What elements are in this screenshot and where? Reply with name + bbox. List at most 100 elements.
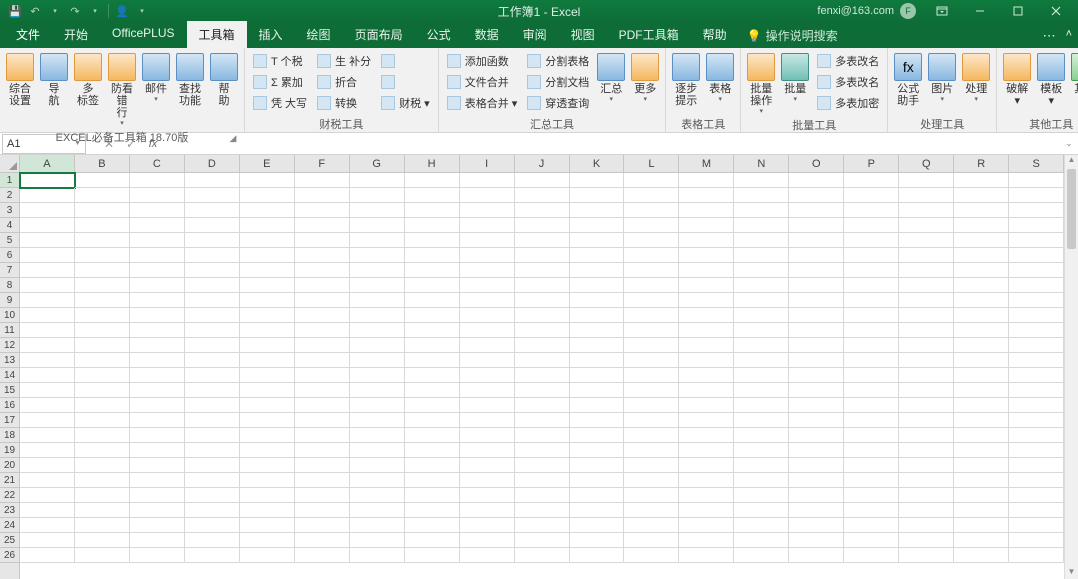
cell-G4[interactable] [350, 218, 405, 233]
cell-C26[interactable] [130, 548, 185, 563]
cell-A4[interactable] [20, 218, 75, 233]
cell-B5[interactable] [75, 233, 130, 248]
cell-E18[interactable] [240, 428, 295, 443]
cell-E9[interactable] [240, 293, 295, 308]
undo-dropdown-icon[interactable]: ▾ [48, 4, 62, 18]
cell-L6[interactable] [624, 248, 679, 263]
cell-D3[interactable] [185, 203, 240, 218]
cell-P24[interactable] [844, 518, 899, 533]
cell-D21[interactable] [185, 473, 240, 488]
tab-数据[interactable]: 数据 [463, 21, 511, 48]
cell-K5[interactable] [570, 233, 625, 248]
column-header-C[interactable]: C [130, 155, 185, 172]
row-header-1[interactable]: 1 [0, 173, 19, 188]
cell-J7[interactable] [515, 263, 570, 278]
cell-N1[interactable] [734, 173, 789, 188]
cell-R24[interactable] [954, 518, 1009, 533]
cell-E19[interactable] [240, 443, 295, 458]
cell-E6[interactable] [240, 248, 295, 263]
cell-D6[interactable] [185, 248, 240, 263]
cell-L19[interactable] [624, 443, 679, 458]
cell-P3[interactable] [844, 203, 899, 218]
avatar[interactable]: F [900, 3, 916, 19]
cell-R23[interactable] [954, 503, 1009, 518]
cell-P14[interactable] [844, 368, 899, 383]
redo-icon[interactable]: ↷ [68, 4, 82, 18]
cell-J10[interactable] [515, 308, 570, 323]
cell-Q19[interactable] [899, 443, 954, 458]
cell-B21[interactable] [75, 473, 130, 488]
cell-I12[interactable] [460, 338, 515, 353]
cell-B2[interactable] [75, 188, 130, 203]
cell-I24[interactable] [460, 518, 515, 533]
row-header-6[interactable]: 6 [0, 248, 19, 263]
cell-A15[interactable] [20, 383, 75, 398]
cell-I2[interactable] [460, 188, 515, 203]
cell-B23[interactable] [75, 503, 130, 518]
cell-Q5[interactable] [899, 233, 954, 248]
cell-H7[interactable] [405, 263, 460, 278]
cell-L26[interactable] [624, 548, 679, 563]
tab-PDF工具箱[interactable]: PDF工具箱 [607, 21, 691, 48]
cell-M2[interactable] [679, 188, 734, 203]
ribbon-small-文件合并[interactable]: 文件合并 [443, 72, 522, 92]
cell-D8[interactable] [185, 278, 240, 293]
cell-I5[interactable] [460, 233, 515, 248]
cell-H1[interactable] [405, 173, 460, 188]
cell-S22[interactable] [1009, 488, 1064, 503]
cell-G24[interactable] [350, 518, 405, 533]
column-header-D[interactable]: D [185, 155, 240, 172]
cell-D14[interactable] [185, 368, 240, 383]
cell-H26[interactable] [405, 548, 460, 563]
cell-H23[interactable] [405, 503, 460, 518]
cell-L15[interactable] [624, 383, 679, 398]
cell-P16[interactable] [844, 398, 899, 413]
cell-Q7[interactable] [899, 263, 954, 278]
cell-G23[interactable] [350, 503, 405, 518]
cell-O26[interactable] [789, 548, 844, 563]
ribbon-small-折合[interactable]: 折合 [313, 72, 375, 92]
cell-I16[interactable] [460, 398, 515, 413]
ribbon-button-多标签[interactable]: 多标签 [72, 51, 104, 109]
cell-N22[interactable] [734, 488, 789, 503]
cell-B16[interactable] [75, 398, 130, 413]
cell-K14[interactable] [570, 368, 625, 383]
cell-L12[interactable] [624, 338, 679, 353]
cell-Q17[interactable] [899, 413, 954, 428]
ribbon-small-多表改名[interactable]: 多表改名 [813, 72, 883, 92]
ribbon-button-破解 ▾[interactable]: 破解 ▾ [1001, 51, 1033, 109]
cell-P6[interactable] [844, 248, 899, 263]
cell-Q10[interactable] [899, 308, 954, 323]
cell-M17[interactable] [679, 413, 734, 428]
cell-L22[interactable] [624, 488, 679, 503]
cell-S1[interactable] [1009, 173, 1064, 188]
cell-R11[interactable] [954, 323, 1009, 338]
row-header-12[interactable]: 12 [0, 338, 19, 353]
cell-K22[interactable] [570, 488, 625, 503]
cell-R20[interactable] [954, 458, 1009, 473]
cell-R7[interactable] [954, 263, 1009, 278]
cell-O22[interactable] [789, 488, 844, 503]
cell-A21[interactable] [20, 473, 75, 488]
cell-F12[interactable] [295, 338, 350, 353]
cell-G25[interactable] [350, 533, 405, 548]
cell-I15[interactable] [460, 383, 515, 398]
cell-B13[interactable] [75, 353, 130, 368]
cell-K17[interactable] [570, 413, 625, 428]
cell-E25[interactable] [240, 533, 295, 548]
cell-K11[interactable] [570, 323, 625, 338]
column-header-F[interactable]: F [295, 155, 350, 172]
cell-S18[interactable] [1009, 428, 1064, 443]
cell-D16[interactable] [185, 398, 240, 413]
cell-P17[interactable] [844, 413, 899, 428]
ribbon-button-逐步提示[interactable]: 逐步提示 [670, 51, 702, 109]
cell-D2[interactable] [185, 188, 240, 203]
column-header-O[interactable]: O [789, 155, 844, 172]
cell-J18[interactable] [515, 428, 570, 443]
cell-A25[interactable] [20, 533, 75, 548]
cell-H5[interactable] [405, 233, 460, 248]
column-header-N[interactable]: N [734, 155, 789, 172]
cell-N10[interactable] [734, 308, 789, 323]
cell-I25[interactable] [460, 533, 515, 548]
cell-P4[interactable] [844, 218, 899, 233]
